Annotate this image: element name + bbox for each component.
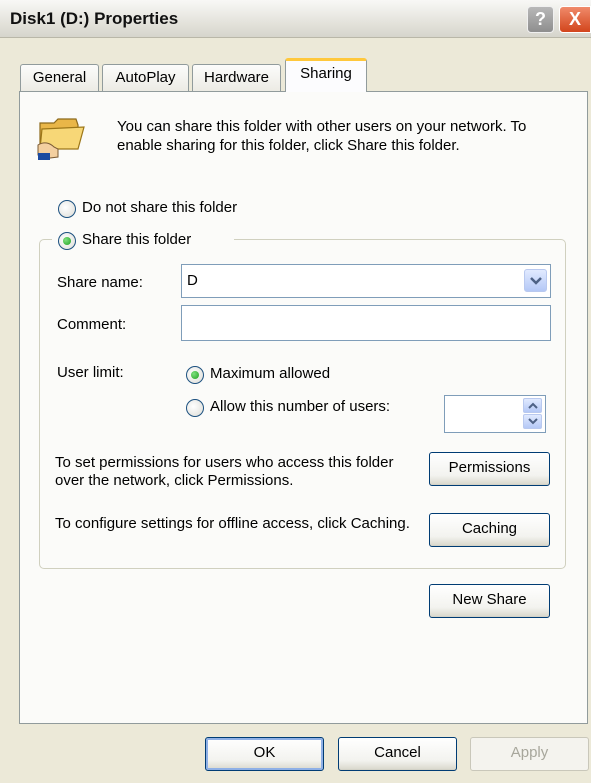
chevron-up-icon <box>527 402 538 409</box>
user-count-spin-down[interactable] <box>523 414 542 429</box>
shared-folder-icon <box>37 118 85 160</box>
permissions-button[interactable]: Permissions <box>429 452 550 486</box>
share-name-dropdown-button[interactable] <box>524 269 547 292</box>
new-share-button-label: New Share <box>452 591 527 608</box>
ok-button-label: OK <box>253 744 276 761</box>
intro-text: You can share this folder with other use… <box>117 118 527 154</box>
cancel-button-label: Cancel <box>374 744 421 761</box>
tab-label: AutoPlay <box>115 69 176 86</box>
do-not-share-radio[interactable] <box>58 200 76 218</box>
tab-label: Sharing <box>300 65 352 82</box>
caching-button-label: Caching <box>461 520 518 537</box>
tab-autoplay[interactable]: AutoPlay <box>102 64 189 91</box>
help-button[interactable]: ? <box>527 6 554 33</box>
user-limit-label: User limit: <box>57 364 124 381</box>
share-this-folder-radio[interactable] <box>58 232 76 250</box>
caching-description: To configure settings for offline access… <box>55 515 410 532</box>
cancel-button[interactable]: Cancel <box>338 737 457 771</box>
tab-hardware[interactable]: Hardware <box>192 64 281 91</box>
allow-number-label[interactable]: Allow this number of users: <box>210 398 390 415</box>
share-name-label: Share name: <box>57 274 143 291</box>
window-title: Disk1 (D:) Properties <box>10 9 179 28</box>
do-not-share-label[interactable]: Do not share this folder <box>82 199 237 216</box>
maximum-allowed-radio[interactable] <box>186 366 204 384</box>
tab-general[interactable]: General <box>20 64 99 91</box>
chevron-down-icon <box>529 277 542 285</box>
tab-label: General <box>32 69 87 86</box>
ok-button[interactable]: OK <box>205 737 324 771</box>
help-icon: ? <box>535 9 546 29</box>
user-count-spin-up[interactable] <box>523 398 542 413</box>
close-button[interactable]: X <box>559 6 591 33</box>
comment-label: Comment: <box>57 316 127 333</box>
new-share-button[interactable]: New Share <box>429 584 550 618</box>
maximum-allowed-label[interactable]: Maximum allowed <box>210 365 330 382</box>
share-name-combobox[interactable]: D <box>181 264 551 298</box>
comment-field[interactable] <box>181 305 551 341</box>
tab-label: Hardware <box>203 69 270 86</box>
apply-button[interactable]: Apply <box>470 737 589 771</box>
permissions-description: To set permissions for users who access … <box>55 454 394 489</box>
close-icon: X <box>568 9 581 29</box>
share-this-folder-label[interactable]: Share this folder <box>82 231 191 248</box>
caching-button[interactable]: Caching <box>429 513 550 547</box>
tab-sharing[interactable]: Sharing <box>285 58 367 92</box>
permissions-button-label: Permissions <box>448 459 531 476</box>
share-name-value: D <box>187 272 198 289</box>
apply-button-label: Apply <box>510 744 549 761</box>
allow-number-radio[interactable] <box>186 399 204 417</box>
title-bar[interactable]: Disk1 (D:) Properties ? X <box>0 0 591 38</box>
chevron-down-icon <box>527 418 538 425</box>
